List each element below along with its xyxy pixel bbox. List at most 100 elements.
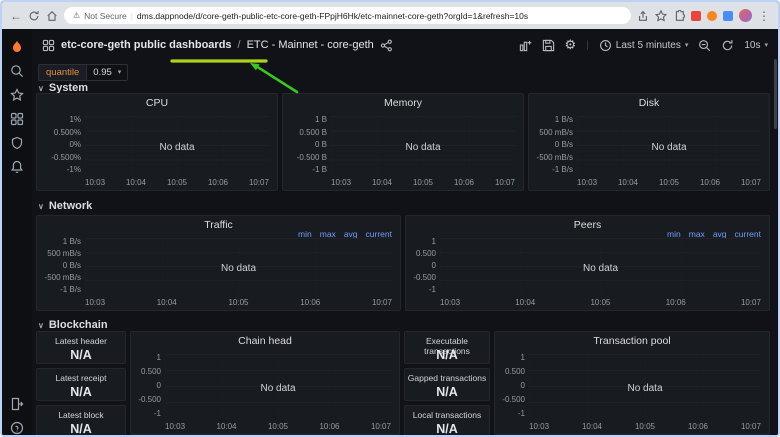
time-range-picker[interactable]: Last 5 minutes ▾ bbox=[599, 39, 689, 52]
scrollbar-thumb[interactable] bbox=[774, 59, 777, 129]
x-tick: 10:04 bbox=[216, 422, 236, 431]
y-tick: 0 bbox=[432, 262, 436, 270]
y-axis: 1 B/s500 mB/s0 B/s-500 mB/s-1 B/s bbox=[39, 238, 81, 294]
refresh-icon[interactable] bbox=[721, 39, 734, 52]
y-tick: 1 bbox=[521, 354, 525, 362]
variable-value-dropdown[interactable]: 0.95 ▾ bbox=[86, 64, 128, 81]
panel-peers: Peers minmaxavgcurrent 10.5000-0.500-1 N… bbox=[405, 215, 770, 311]
row-title: Blockchain bbox=[49, 319, 108, 331]
x-tick: 10:05 bbox=[635, 422, 655, 431]
stat-value: N/A bbox=[405, 348, 489, 362]
caret-down-icon: ▾ bbox=[118, 68, 122, 76]
x-tick: 10:04 bbox=[372, 178, 392, 187]
panel-title[interactable]: Chain head bbox=[131, 335, 399, 347]
chevron-down-icon: ∨ bbox=[38, 202, 44, 211]
extension-blue-icon[interactable] bbox=[723, 11, 733, 21]
row-header-blockchain[interactable]: ∨ Blockchain bbox=[38, 318, 108, 332]
y-tick: 1 bbox=[432, 238, 436, 246]
row-header-network[interactable]: ∨ Network bbox=[38, 199, 92, 213]
home-icon[interactable] bbox=[46, 10, 58, 22]
extension-orange-icon[interactable] bbox=[707, 11, 717, 21]
y-tick: -500 mB/s bbox=[537, 154, 573, 162]
y-tick: -1% bbox=[67, 166, 81, 174]
x-tick: 10:04 bbox=[157, 298, 177, 307]
y-tick: -1 B bbox=[312, 166, 327, 174]
y-tick: 0.500 B bbox=[299, 129, 327, 137]
x-tick: 10:04 bbox=[515, 298, 535, 307]
x-tick: 10:07 bbox=[371, 422, 391, 431]
dashboards-icon[interactable] bbox=[10, 111, 25, 126]
url-bar[interactable]: ⚠ Not Secure | dms.dappnode/d/core-geth-… bbox=[64, 7, 631, 24]
stat-title[interactable]: Gapped transactions bbox=[405, 373, 489, 383]
panel-title[interactable]: CPU bbox=[37, 97, 277, 109]
dashboard-grid-icon bbox=[42, 39, 55, 52]
x-tick: 10:03 bbox=[85, 178, 105, 187]
breadcrumb-dashboard-title[interactable]: ETC - Mainnet - core-geth bbox=[247, 39, 374, 51]
bookmark-star-icon[interactable] bbox=[655, 10, 667, 22]
plot-area[interactable]: No data bbox=[85, 116, 269, 174]
extension-red-icon[interactable] bbox=[691, 11, 701, 21]
x-tick: 10:04 bbox=[582, 422, 602, 431]
alerting-bell-icon[interactable] bbox=[10, 159, 25, 174]
panel-title[interactable]: Disk bbox=[529, 97, 769, 109]
x-axis: 10:0310:0410:0510:0610:07 bbox=[85, 178, 269, 187]
transactions-stats-column: Executable transactions N/A Gapped trans… bbox=[404, 331, 490, 435]
plot-area[interactable]: No data bbox=[529, 354, 761, 418]
help-icon[interactable] bbox=[10, 420, 25, 435]
chevron-down-icon: ∨ bbox=[38, 321, 44, 330]
y-tick: 500 mB/s bbox=[47, 250, 81, 258]
panel-title[interactable]: Memory bbox=[283, 97, 523, 109]
plugins-shield-icon[interactable] bbox=[10, 135, 25, 150]
toolbar-divider: | bbox=[586, 40, 589, 51]
y-tick: -0.500 bbox=[502, 396, 525, 404]
panel-memory: Memory 1 B0.500 B0 B-0.500 B-1 B No data… bbox=[282, 93, 524, 191]
plot-area[interactable]: No data bbox=[331, 116, 515, 174]
sign-in-door-icon[interactable] bbox=[10, 396, 25, 411]
browser-menu-kebab-icon[interactable]: ⋮ bbox=[758, 10, 770, 22]
browser-toolbar: ← ⚠ Not Secure | dms.dappnode/d/core-get… bbox=[2, 2, 778, 29]
y-tick: 1 B bbox=[315, 116, 327, 124]
profile-avatar[interactable] bbox=[739, 9, 752, 22]
stat-title[interactable]: Latest receipt bbox=[37, 373, 125, 383]
share-icon[interactable] bbox=[637, 10, 649, 22]
plot-area[interactable]: No data bbox=[440, 238, 761, 294]
y-tick: 1 B/s bbox=[63, 238, 81, 246]
y-axis: 10.5000-0.500-1 bbox=[497, 354, 525, 418]
latest-stats-column: Latest header N/A Latest receipt N/A Lat… bbox=[36, 331, 126, 435]
plot-area[interactable]: No data bbox=[165, 354, 391, 418]
y-tick: 0 B bbox=[315, 141, 327, 149]
plot-area[interactable]: No data bbox=[577, 116, 761, 174]
url-text[interactable]: dms.dappnode/d/core-geth-public-etc-core… bbox=[137, 11, 528, 21]
stat-title[interactable]: Latest block bbox=[37, 410, 125, 420]
search-icon[interactable] bbox=[10, 63, 25, 78]
security-label[interactable]: Not Secure bbox=[84, 11, 127, 21]
breadcrumb-folder[interactable]: etc-core-geth public dashboards bbox=[61, 39, 232, 51]
y-tick: 0 B/s bbox=[555, 141, 573, 149]
dashboard-settings-gear-icon[interactable]: ⚙ bbox=[565, 37, 577, 53]
dashboard-share-icon[interactable] bbox=[380, 39, 393, 52]
extensions-puzzle-icon[interactable] bbox=[673, 10, 685, 22]
zoom-out-icon[interactable] bbox=[698, 39, 711, 52]
x-tick: 10:07 bbox=[741, 298, 761, 307]
y-axis: 10.5000-0.500-1 bbox=[408, 238, 436, 294]
x-tick: 10:06 bbox=[454, 178, 474, 187]
grafana-logo-icon[interactable] bbox=[10, 39, 25, 54]
variable-label: quantile bbox=[38, 64, 86, 81]
panel-title[interactable]: Transaction pool bbox=[495, 335, 769, 347]
refresh-interval-picker[interactable]: 10s ▾ bbox=[744, 40, 768, 51]
add-panel-icon[interactable] bbox=[519, 39, 532, 52]
y-tick: -0.500% bbox=[51, 154, 81, 162]
starred-icon[interactable] bbox=[10, 87, 25, 102]
save-dashboard-icon[interactable] bbox=[542, 39, 555, 52]
reload-icon[interactable] bbox=[28, 10, 40, 22]
stat-title[interactable]: Latest header bbox=[37, 336, 125, 346]
stat-value: N/A bbox=[37, 348, 125, 362]
x-tick: 10:06 bbox=[700, 178, 720, 187]
plot-area[interactable]: No data bbox=[85, 238, 392, 294]
back-icon[interactable]: ← bbox=[10, 10, 22, 22]
dashboard-toolbar: ⚙ | Last 5 minutes ▾ 10s ▾ bbox=[519, 37, 768, 53]
stat-title[interactable]: Local transactions bbox=[405, 410, 489, 420]
x-tick: 10:05 bbox=[268, 422, 288, 431]
stat-value: N/A bbox=[405, 422, 489, 435]
row-title: Network bbox=[49, 200, 92, 212]
